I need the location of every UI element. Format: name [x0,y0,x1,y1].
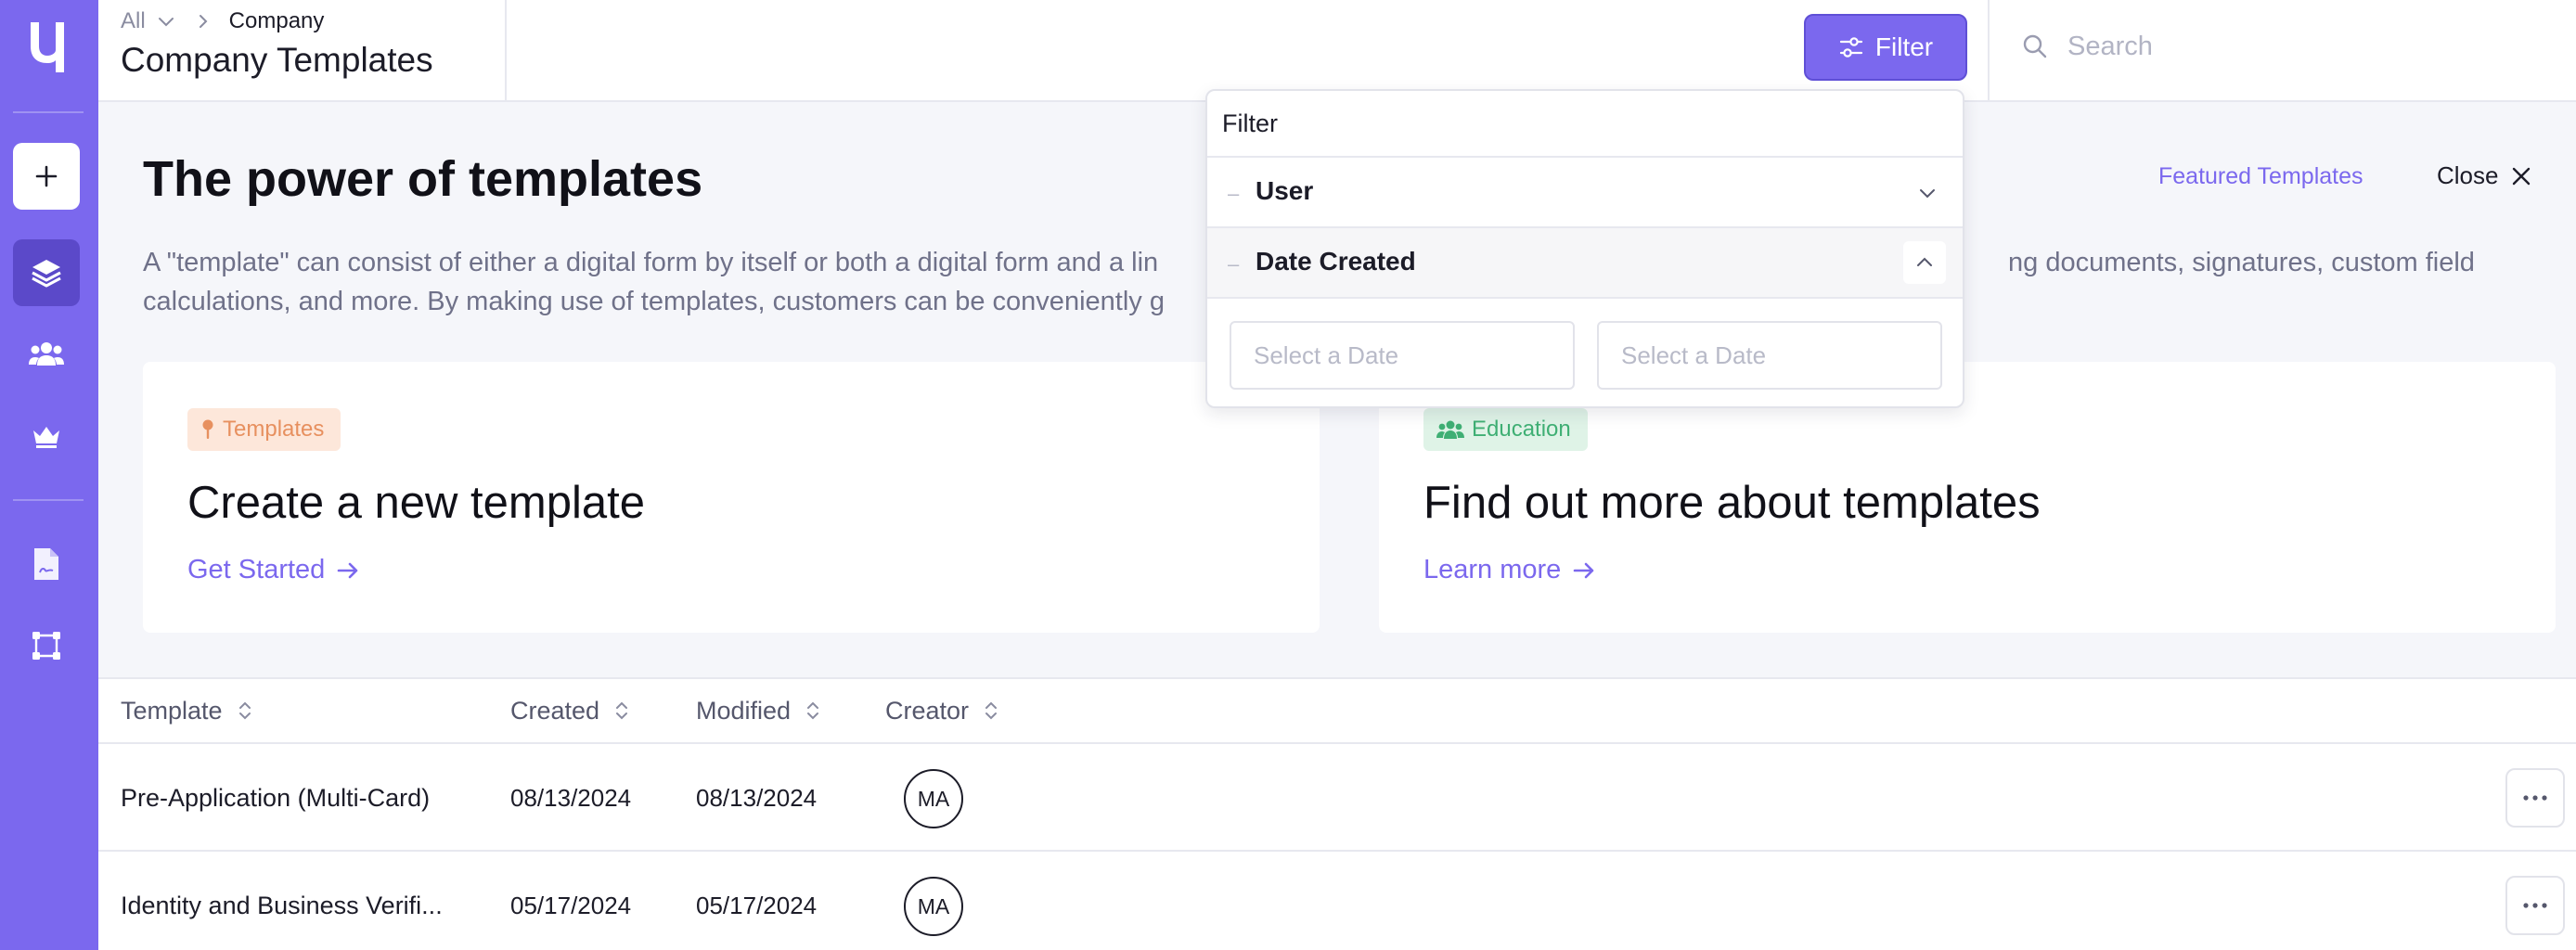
app-logo[interactable] [23,19,71,76]
date-from-input[interactable] [1230,321,1575,390]
filter-dropdown-title: Filter [1222,109,1278,137]
close-hero-button[interactable]: Close [2437,161,2531,190]
hero-title: The power of templates [143,151,703,207]
templates-badge-label: Templates [223,417,325,442]
table-row[interactable]: Pre-Application (Multi-Card) 08/13/2024 … [98,742,2576,850]
sidebar [0,0,98,950]
learn-more-label: Learn more [1423,555,1562,584]
create-template-card: Templates Create a new template Get Star… [143,362,1320,633]
layers-icon [32,260,61,288]
column-header-label: Modified [696,696,792,725]
column-header-label: Creator [885,696,970,725]
filter-section-date-created[interactable]: – Date Created [1207,226,1963,297]
template-name[interactable]: Identity and Business Verifi... [121,852,443,950]
get-started-label: Get Started [187,555,326,584]
collapse-button[interactable] [1903,241,1946,284]
search-input[interactable] [2067,31,2550,62]
education-badge: Education [1423,408,1588,451]
header-divider [1988,0,1990,102]
more-horizontal-icon [2523,795,2547,801]
sort-icon [985,701,998,720]
top-header: All Company Company Templates Filter [98,0,2576,102]
breadcrumb-current[interactable]: Company [229,8,325,34]
education-badge-label: Education [1472,417,1571,442]
card-title: Find out more about templates [1423,478,2041,528]
sort-icon [616,701,628,720]
filter-section-user[interactable]: – User [1207,156,1963,226]
column-header-modified[interactable]: Modified [696,679,820,742]
featured-templates-link[interactable]: Featured Templates [2158,163,2363,190]
sidebar-item-premium[interactable] [22,412,71,460]
table-row[interactable]: Identity and Business Verifi... 05/17/20… [98,850,2576,950]
sidebar-add-button[interactable] [13,143,80,210]
document-icon [34,548,58,580]
dash-icon: – [1228,252,1240,276]
templates-table: Template Created Modified Creator Pre-Ap… [98,677,2576,950]
created-date: 08/13/2024 [510,783,632,812]
creator-avatar: MA [904,877,963,936]
hero-description-part: ng documents, signatures, custom field [2008,248,2475,277]
users-icon [29,342,64,366]
row-actions-button[interactable] [2505,768,2565,828]
column-header-label: Created [510,696,600,725]
workflow-icon [32,632,60,660]
column-header-template[interactable]: Template [121,679,252,742]
users-icon [1436,420,1464,439]
plus-icon [35,165,58,187]
column-header-label: Template [121,696,223,725]
date-to-input[interactable] [1597,321,1942,390]
learn-more-link[interactable]: Learn more [1423,555,1596,585]
arrow-right-icon [338,562,358,578]
chevron-up-icon [1917,257,1932,266]
filter-section-label: User [1256,176,1314,205]
close-icon [2513,167,2531,185]
date-range-fields [1207,297,1963,406]
filter-dropdown: Filter – User – Date Created [1205,89,1964,408]
column-header-creator[interactable]: Creator [885,679,998,742]
more-horizontal-icon [2523,903,2547,908]
search-icon [2023,34,2047,58]
sidebar-item-documents[interactable] [22,540,71,588]
sidebar-divider [13,111,84,113]
sidebar-item-templates[interactable] [13,239,80,306]
template-name[interactable]: Pre-Application (Multi-Card) [121,744,430,852]
search-box[interactable] [2021,19,2550,74]
get-started-link[interactable]: Get Started [187,555,360,585]
filter-section-label: Date Created [1256,247,1416,276]
modified-date: 05/17/2024 [696,891,818,919]
sliders-icon [1839,37,1862,58]
breadcrumb: All Company [121,7,324,35]
page-title: Company Templates [121,41,433,79]
chevron-down-icon[interactable] [155,10,177,32]
dash-icon: – [1228,182,1240,205]
crown-icon [33,427,59,448]
filter-button-label: Filter [1874,32,1934,61]
sidebar-item-workflows[interactable] [22,622,71,670]
hero-description-part: A "template" can consist of either a dig… [143,248,1159,277]
close-label: Close [2437,161,2499,189]
sort-icon [238,701,251,720]
creator-avatar: MA [904,769,963,828]
row-actions-button[interactable] [2505,876,2565,935]
arrow-right-icon [1574,562,1594,578]
chevron-down-icon[interactable] [1914,180,1940,206]
templates-badge: Templates [187,408,341,451]
modified-date: 08/13/2024 [696,783,818,812]
created-date: 05/17/2024 [510,891,632,919]
pin-icon [202,419,213,439]
sort-icon [807,701,819,720]
column-header-created[interactable]: Created [510,679,629,742]
card-title: Create a new template [187,478,645,528]
header-divider [505,0,507,102]
breadcrumb-root[interactable]: All [121,8,146,34]
chevron-right-icon [199,15,208,28]
filter-button[interactable]: Filter [1804,14,1967,81]
sidebar-item-users[interactable] [22,330,71,379]
sidebar-divider [13,499,84,501]
